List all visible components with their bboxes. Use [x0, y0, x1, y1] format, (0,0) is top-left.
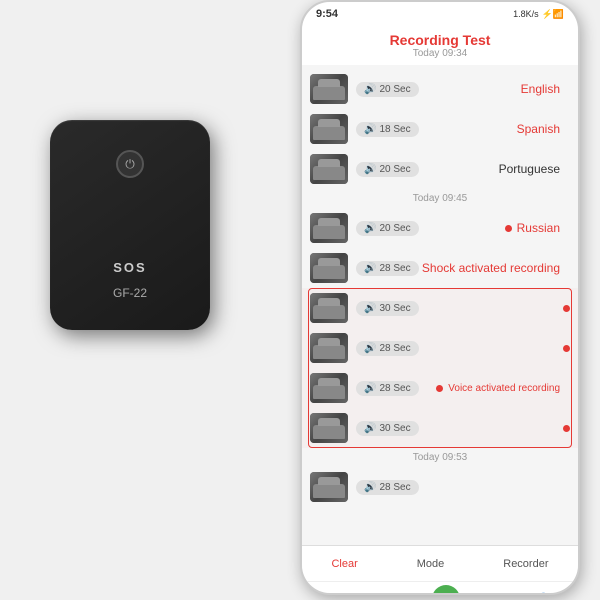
- status-time: 9:54: [316, 8, 338, 20]
- duration-pill: 🔊20 Sec: [356, 221, 419, 236]
- duration-pill: 🔊18 Sec: [356, 122, 419, 137]
- recording-thumb: [310, 253, 348, 283]
- recording-thumb: [310, 373, 348, 403]
- header-date: Today 09:34: [302, 48, 578, 59]
- nav-my[interactable]: 👤 My: [534, 592, 554, 596]
- gps-device: ⏻ SOS GF-22: [30, 120, 230, 400]
- model-label: GF-22: [113, 286, 147, 300]
- date-divider: Today 09:53: [302, 448, 578, 467]
- recording-thumb: [310, 413, 348, 443]
- duration-pill: 🔊28 Sec: [356, 480, 419, 495]
- recording-item[interactable]: 🔊18 Sec Spanish: [302, 109, 578, 149]
- recordings-list[interactable]: 🔊20 Sec English 🔊18 Sec Spanish: [302, 65, 578, 545]
- header-title: Recording Test: [302, 32, 578, 48]
- shock-activated-label: Shock activated recording: [422, 261, 570, 275]
- mode-button[interactable]: Mode: [417, 558, 445, 570]
- unread-dot: [436, 385, 443, 392]
- duration-pill: 🔊28 Sec: [356, 381, 419, 396]
- recording-item[interactable]: 🔊30 Sec: [302, 408, 578, 448]
- duration-pill: 🔊28 Sec: [356, 341, 419, 356]
- recording-item[interactable]: 🔊20 Sec Portuguese: [302, 149, 578, 189]
- nav-position[interactable]: ➤ Position: [326, 592, 358, 596]
- recording-item[interactable]: 🔊28 Sec: [302, 328, 578, 368]
- device-body: ⏻ SOS GF-22: [50, 120, 210, 330]
- unread-dot: [563, 345, 570, 352]
- duration-pill: 🔊20 Sec: [356, 82, 419, 97]
- recording-thumb: [310, 74, 348, 104]
- sos-label: SOS: [113, 260, 146, 275]
- phone-body: 9:54 1.8K/s ⚡📶 Recording Test Today 09:3…: [300, 0, 580, 595]
- clear-button[interactable]: Clear: [331, 558, 357, 570]
- phone-container: 9:54 1.8K/s ⚡📶 Recording Test Today 09:3…: [300, 0, 590, 600]
- bottom-toolbar: Clear Mode Recorder: [302, 545, 578, 581]
- recording-label: Russian: [517, 221, 570, 235]
- uniguard-logo-icon: ✿: [432, 585, 460, 595]
- recording-thumb: [310, 333, 348, 363]
- date-divider: Today 09:45: [302, 189, 578, 208]
- app-header: Recording Test Today 09:34: [302, 26, 578, 65]
- bottom-nav: ➤ Position ✿ UniGuard Uniguard Technolog…: [302, 581, 578, 595]
- recording-thumb: [310, 293, 348, 323]
- status-bar: 9:54 1.8K/s ⚡📶: [302, 2, 578, 26]
- recording-item[interactable]: 🔊20 Sec English: [302, 69, 578, 109]
- position-icon: ➤: [336, 592, 349, 596]
- voice-activated-label: Voice activated recording: [448, 383, 570, 394]
- duration-pill: 🔊28 Sec: [356, 261, 419, 276]
- recording-item[interactable]: 🔊28 Sec Shock activated recording: [302, 248, 578, 288]
- status-icons: 1.8K/s ⚡📶: [513, 9, 564, 20]
- unread-dot: [563, 425, 570, 432]
- recording-item[interactable]: 🔊28 Sec Voice activated recording: [302, 368, 578, 408]
- recording-thumb: [310, 213, 348, 243]
- duration-pill: 🔊30 Sec: [356, 301, 419, 316]
- recording-item[interactable]: 🔊20 Sec Russian: [302, 208, 578, 248]
- recording-label: Spanish: [517, 122, 570, 136]
- recording-thumb: [310, 114, 348, 144]
- recording-thumb: [310, 154, 348, 184]
- unread-dot: [505, 225, 512, 232]
- recording-item[interactable]: 🔊30 Sec: [302, 288, 578, 328]
- my-icon: 👤: [534, 592, 554, 596]
- recorder-button[interactable]: Recorder: [503, 558, 548, 570]
- duration-pill: 🔊20 Sec: [356, 162, 419, 177]
- network-speed: 1.8K/s: [513, 9, 539, 19]
- recording-item[interactable]: 🔊28 Sec: [302, 467, 578, 507]
- recording-label: Portuguese: [499, 162, 570, 176]
- power-button-icon: ⏻: [116, 150, 144, 178]
- signal-icons: ⚡📶: [542, 9, 564, 20]
- nav-function[interactable]: ✿ UniGuard Uniguard Technology Limited: [407, 585, 484, 595]
- duration-pill: 🔊30 Sec: [356, 421, 419, 436]
- unread-dot: [563, 305, 570, 312]
- recording-label: English: [521, 82, 570, 96]
- recording-thumb: [310, 472, 348, 502]
